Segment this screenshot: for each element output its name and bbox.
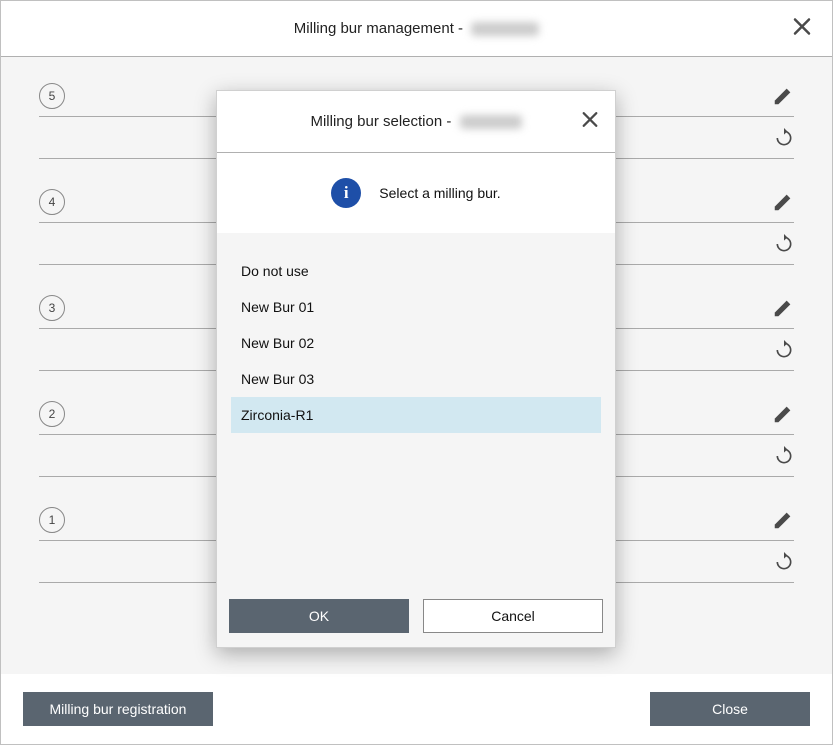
modal-list: Do not useNew Bur 01New Bur 02New Bur 03…	[217, 233, 615, 585]
slot-num-col: 5	[39, 83, 95, 109]
pencil-icon[interactable]	[762, 297, 794, 319]
modal-footer: OK Cancel	[217, 585, 615, 647]
slot-num-col: 1	[39, 507, 95, 533]
slot-num: 2	[39, 401, 65, 427]
footer-bar: Milling bur registration Close	[1, 674, 832, 744]
pencil-icon[interactable]	[762, 85, 794, 107]
cancel-button[interactable]: Cancel	[423, 599, 603, 633]
slot-num-col: 4	[39, 189, 95, 215]
list-item[interactable]: New Bur 02	[231, 325, 601, 361]
slot-num-col: 2	[39, 401, 95, 427]
info-icon: i	[331, 178, 361, 208]
slot-num-col: 3	[39, 295, 95, 321]
refresh-icon[interactable]	[762, 446, 794, 466]
ok-button[interactable]: OK	[229, 599, 409, 633]
list-item[interactable]: Zirconia-R1	[231, 397, 601, 433]
pencil-icon[interactable]	[762, 403, 794, 425]
refresh-icon[interactable]	[762, 552, 794, 572]
main-header: Milling bur management -	[1, 1, 832, 57]
close-button[interactable]: Close	[650, 692, 810, 726]
modal-info: i Select a milling bur.	[217, 153, 615, 233]
modal-title: Milling bur selection -	[310, 113, 521, 130]
pencil-icon[interactable]	[762, 509, 794, 531]
list-item[interactable]: New Bur 01	[231, 289, 601, 325]
refresh-icon[interactable]	[762, 128, 794, 148]
list-item[interactable]: Do not use	[231, 253, 601, 289]
main-title: Milling bur management -	[294, 20, 539, 37]
list-item[interactable]: New Bur 03	[231, 361, 601, 397]
redacted-text	[460, 115, 522, 129]
slot-num: 4	[39, 189, 65, 215]
refresh-icon[interactable]	[762, 234, 794, 254]
modal-info-text: Select a milling bur.	[379, 185, 500, 201]
slot-num: 5	[39, 83, 65, 109]
registration-button[interactable]: Milling bur registration	[23, 692, 213, 726]
modal-dialog: Milling bur selection - i Select a milli…	[216, 90, 616, 648]
slot-num: 1	[39, 507, 65, 533]
close-icon[interactable]	[792, 16, 812, 41]
refresh-icon[interactable]	[762, 340, 794, 360]
slot-num: 3	[39, 295, 65, 321]
pencil-icon[interactable]	[762, 191, 794, 213]
close-icon[interactable]	[581, 110, 599, 133]
modal-header: Milling bur selection -	[217, 91, 615, 153]
redacted-text	[471, 22, 539, 36]
